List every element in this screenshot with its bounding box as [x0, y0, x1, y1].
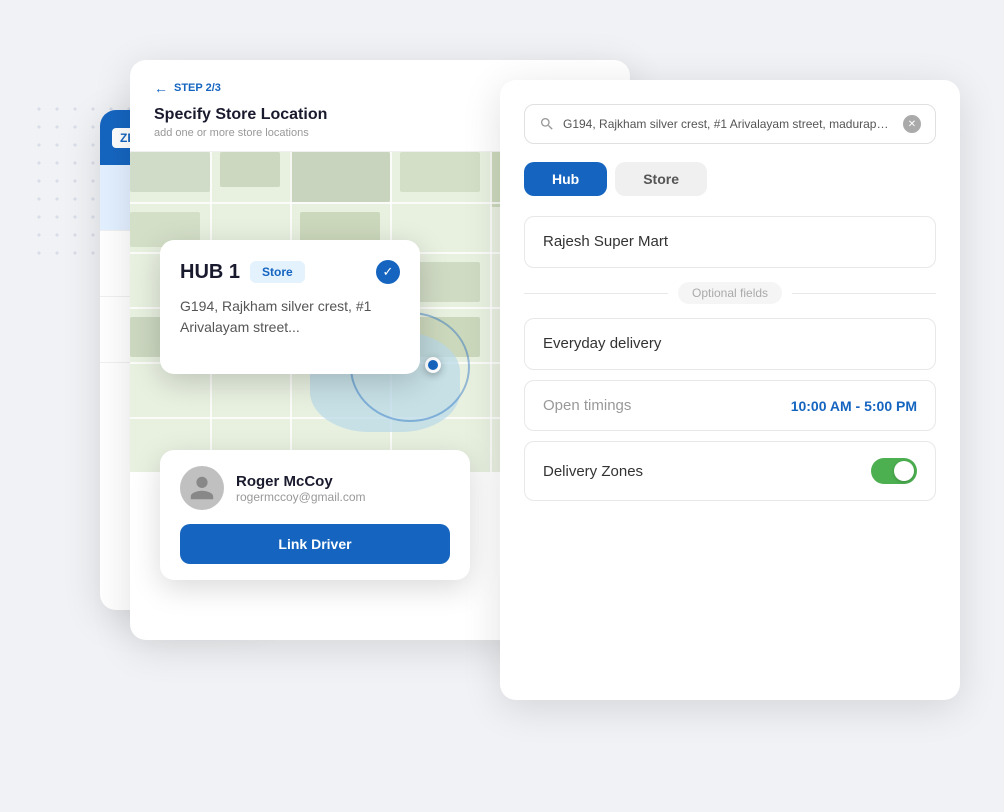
hub-check-icon: ✓ [376, 260, 400, 284]
driver-details: Roger McCoy rogermccoy@gmail.com [236, 473, 366, 504]
hub-card-header: HUB 1 Store ✓ [180, 260, 400, 284]
driver-info: Roger McCoy rogermccoy@gmail.com [180, 466, 450, 510]
hub-address: G194, Rajkham silver crest, #1 Arivalaya… [180, 296, 400, 338]
divider-left [524, 293, 668, 294]
toggle-knob [894, 461, 914, 481]
driver-email: rogermccoy@gmail.com [236, 490, 366, 504]
store-name-value: Rajesh Super Mart [543, 233, 668, 250]
search-bar[interactable]: G194, Rajkham silver crest, #1 Arivalaya… [524, 104, 936, 144]
optional-divider: Optional fields [524, 282, 936, 304]
form-panel: G194, Rajkham silver crest, #1 Arivalaya… [500, 80, 960, 700]
search-icon [539, 116, 555, 132]
main-container: ZEO Home Feed Store [100, 60, 960, 740]
tab-group: Hub Store [524, 162, 936, 196]
store-name-field[interactable]: Rajesh Super Mart [524, 216, 936, 268]
delivery-zones-label: Delivery Zones [543, 463, 643, 480]
driver-avatar [180, 466, 224, 510]
divider-right [792, 293, 936, 294]
open-timings-row[interactable]: Open timings 10:00 AM - 5:00 PM [524, 380, 936, 431]
description-value: Everyday delivery [543, 335, 661, 352]
hub-title: HUB 1 [180, 261, 240, 284]
hub-card: HUB 1 Store ✓ G194, Rajkham silver crest… [160, 240, 420, 374]
driver-card: Roger McCoy rogermccoy@gmail.com Link Dr… [160, 450, 470, 580]
optional-label: Optional fields [678, 282, 782, 304]
search-input-value: G194, Rajkham silver crest, #1 Arivalaya… [563, 117, 895, 131]
open-timings-value: 10:00 AM - 5:00 PM [791, 398, 917, 414]
delivery-zones-toggle[interactable] [871, 458, 917, 484]
hub-badge: Store [250, 261, 305, 283]
back-arrow-icon: ← [154, 80, 168, 96]
map-pin [425, 357, 441, 373]
description-field[interactable]: Everyday delivery [524, 318, 936, 370]
link-driver-button[interactable]: Link Driver [180, 524, 450, 564]
open-timings-label: Open timings [543, 397, 631, 414]
tab-store[interactable]: Store [615, 162, 707, 196]
search-clear-button[interactable]: ✕ [903, 115, 921, 133]
delivery-zones-row[interactable]: Delivery Zones [524, 441, 936, 501]
tab-hub[interactable]: Hub [524, 162, 607, 196]
driver-name: Roger McCoy [236, 473, 366, 490]
